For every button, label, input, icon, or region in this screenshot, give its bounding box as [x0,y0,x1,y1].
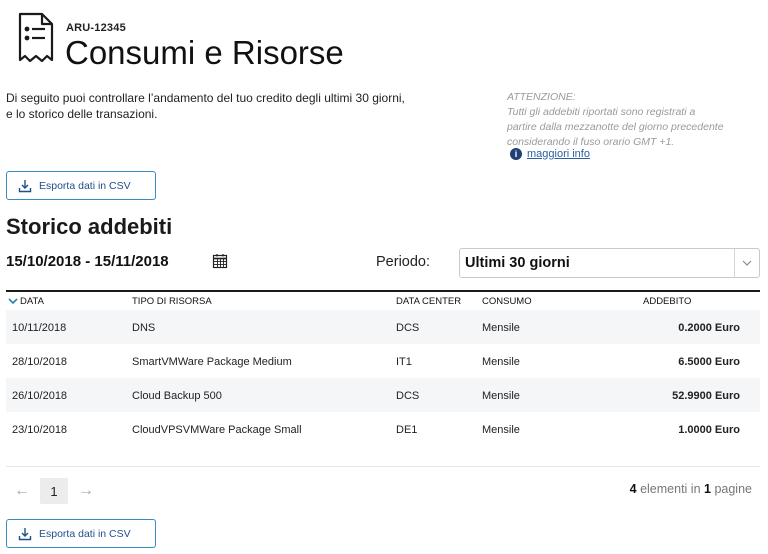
cell-date: 10/11/2018 [12,322,67,334]
calendar-icon[interactable] [212,253,228,269]
attention-note: ATTENZIONE: Tutti gli addebiti riportati… [507,90,757,150]
receipt-document-icon [18,12,54,63]
period-select[interactable]: Ultimi 30 giorni [459,248,760,278]
period-select-value: Ultimi 30 giorni [465,255,570,271]
info-icon: i [510,148,522,160]
table-header: DATA TIPO DI RISORSA DATA CENTER CONSUMO… [6,290,760,310]
more-info-label: maggiori info [527,148,590,160]
table-footer-divider [6,466,760,467]
date-range: 15/10/2018 - 15/11/2018 [6,253,169,270]
page-number-current[interactable]: 1 [40,478,68,504]
cell-date: 26/10/2018 [12,390,68,402]
pages-label: pagine [714,482,752,496]
cell-consumption: Mensile [482,390,520,402]
elements-label: elementi in [640,482,701,496]
next-page-arrow-icon[interactable]: → [70,482,102,500]
elements-count: 4 [629,482,637,496]
attention-line-1: Tutti gli addebiti riportati sono regist… [507,106,696,118]
cell-datacenter: DCS [396,390,420,402]
chevron-down-icon[interactable] [734,249,759,277]
cell-charge: 1.0000 Euro [678,424,740,436]
section-title: Storico addebiti [6,214,173,239]
column-consumption-header: CONSUMO [482,296,532,307]
column-date-header[interactable]: DATA [8,296,44,307]
cell-charge: 6.5000 Euro [678,356,740,368]
download-icon [18,527,32,540]
cell-datacenter: DCS [396,322,420,334]
cell-type: Cloud Backup 500 [132,390,222,402]
attention-title: ATTENZIONE: [507,91,576,103]
intro-text: Di seguito puoi controllare l’andamento … [6,90,486,122]
account-code: ARU-12345 [66,22,126,34]
export-csv-button-top[interactable]: Esporta dati in CSV [6,171,156,200]
cell-type: SmartVMWare Package Medium [132,356,292,368]
column-type-header: TIPO DI RISORSA [132,296,212,307]
table-row: 28/10/2018 SmartVMWare Package Medium IT… [6,344,760,378]
download-icon [18,179,32,192]
cell-datacenter: DE1 [396,424,418,436]
charges-table: DATA TIPO DI RISORSA DATA CENTER CONSUMO… [6,290,760,446]
cell-date: 28/10/2018 [12,356,68,368]
export-csv-label: Esporta dati in CSV [39,527,131,540]
intro-line-2: e lo storico delle transazioni. [6,107,158,121]
column-datacenter-header: DATA CENTER [396,296,462,307]
cell-consumption: Mensile [482,356,520,368]
export-csv-label: Esporta dati in CSV [39,179,131,192]
cell-consumption: Mensile [482,424,520,436]
more-info-link[interactable]: i maggiori info [510,148,590,160]
column-charge-header: ADDEBITO [643,296,692,307]
pages-count: 1 [704,482,711,496]
table-row: 23/10/2018 CloudVPSVMWare Package Small … [6,412,760,446]
table-row: 10/11/2018 DNS DCS Mensile 0.2000 Euro [6,310,760,344]
pagination: ← 1 → [6,478,102,504]
column-date-label: DATA [20,296,44,307]
cell-type: DNS [132,322,156,334]
cell-datacenter: IT1 [396,356,412,368]
prev-page-arrow-icon[interactable]: ← [6,482,38,500]
page-title: Consumi e Risorse [65,34,344,71]
pagination-summary: 4 elementi in 1 pagine [630,482,752,496]
cell-consumption: Mensile [482,322,520,334]
cell-charge: 0.2000 Euro [678,322,740,334]
attention-line-2: partire dalla mezzanotte del giorno prec… [507,121,724,133]
export-csv-button-bottom[interactable]: Esporta dati in CSV [6,519,156,548]
intro-line-1: Di seguito puoi controllare l’andamento … [6,91,405,105]
cell-type: CloudVPSVMWare Package Small [132,424,302,436]
period-label: Periodo: [376,254,431,270]
cell-date: 23/10/2018 [12,424,68,436]
cell-charge: 52.9900 Euro [672,390,740,402]
page-header: ARU-12345 Consumi e Risorse [10,6,410,72]
sort-chevron-icon [8,298,18,305]
table-row: 26/10/2018 Cloud Backup 500 DCS Mensile … [6,378,760,412]
